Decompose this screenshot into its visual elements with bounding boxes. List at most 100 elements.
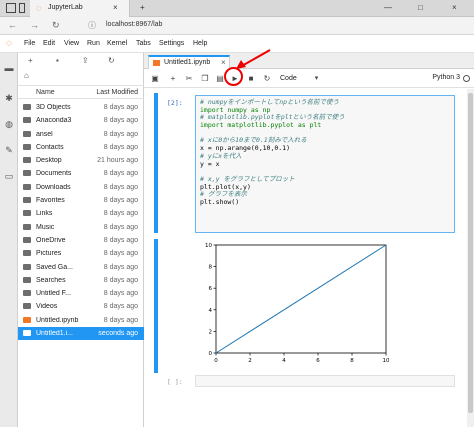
file-modified: 8 days ago	[103, 250, 138, 258]
folder-icon	[23, 276, 31, 283]
tabs-icon[interactable]: ▭	[4, 171, 14, 181]
activity-bar: ▬ ✱ ◍ ✎ ▭	[0, 53, 18, 427]
tab-actions-icon[interactable]	[6, 3, 16, 13]
annotation-arrow-icon	[236, 49, 271, 69]
running-icon[interactable]: ✱	[4, 93, 14, 103]
code-editor[interactable]: # numpyをインポートしてnpという名前で使う import numpy as…	[195, 95, 455, 233]
kernel-name[interactable]: Python 3	[432, 74, 460, 81]
cell-type-select[interactable]: Code ▾	[280, 74, 318, 82]
file-modified: 8 days ago	[103, 104, 138, 111]
x-tick-label: 2	[248, 358, 252, 364]
save-icon[interactable]: ▣	[150, 74, 160, 84]
file-row[interactable]: Desktop 21 hours ago	[18, 154, 144, 167]
file-name: 3D Objects	[36, 104, 71, 111]
tab-close-icon[interactable]: ×	[113, 3, 118, 12]
file-row[interactable]: 3D Objects 8 days ago	[18, 101, 144, 114]
copy-icon[interactable]: ❐	[200, 74, 210, 84]
file-modified: 8 days ago	[103, 236, 138, 244]
y-tick-label: 8	[209, 265, 213, 271]
file-row[interactable]: Searches 8 days ago	[18, 274, 144, 287]
file-row[interactable]: Videos 8 days ago	[18, 300, 144, 313]
home-icon[interactable]: ⌂	[24, 71, 29, 80]
file-modified: 8 days ago	[103, 263, 138, 271]
menu-view[interactable]: View	[64, 40, 79, 47]
close-tab-icon[interactable]: ×	[221, 58, 226, 67]
maximize-icon[interactable]: □	[418, 3, 423, 12]
file-row[interactable]: Downloads 8 days ago	[18, 181, 144, 194]
notebook-scrollbar[interactable]	[467, 89, 474, 427]
back-icon[interactable]: ←	[8, 21, 17, 30]
menu-kernel[interactable]: Kernel	[107, 40, 127, 47]
name-column-header[interactable]: Name	[36, 89, 55, 96]
file-name: Links	[36, 210, 53, 218]
file-list-header: Name Last Modified	[18, 85, 144, 99]
menu-edit[interactable]: Edit	[43, 40, 55, 47]
file-modified: 8 days ago	[103, 143, 138, 151]
forward-icon[interactable]: →	[30, 21, 39, 30]
file-name: Searches	[36, 276, 66, 284]
file-row[interactable]: Favorites 8 days ago	[18, 194, 144, 207]
line-chart: 00 2 2 4 4 6 6 8 8 10 10	[205, 243, 389, 364]
file-row[interactable]: Music 8 days ago	[18, 221, 144, 234]
cut-icon[interactable]: ✂	[184, 74, 194, 84]
file-row[interactable]: Links 8 days ago	[18, 207, 144, 220]
notebook-tab[interactable]: Untitled1.ipynb ×	[148, 55, 230, 69]
file-row[interactable]: ansel 8 days ago	[18, 128, 144, 141]
output-collapser[interactable]	[154, 239, 158, 373]
menu-settings[interactable]: Settings	[159, 40, 184, 47]
file-modified: 8 days ago	[103, 130, 138, 138]
notebook-tab-title: Untitled1.ipynb	[164, 59, 211, 66]
y-tick-label: 10	[205, 243, 212, 249]
refresh-files-icon[interactable]: ↻	[108, 56, 115, 65]
file-modified: 8 days ago	[103, 276, 138, 284]
empty-code-editor[interactable]	[195, 375, 455, 387]
cell-output: 0 0 2 2 4 4 6 6 8 8 10 10	[154, 239, 459, 373]
close-window-icon[interactable]: ×	[452, 3, 457, 12]
empty-code-cell[interactable]: [ ]:	[154, 375, 459, 389]
file-name: Untitled1.i...	[36, 330, 73, 338]
cell-collapser[interactable]	[154, 93, 158, 233]
file-row[interactable]: Untitled1.i... seconds ago	[18, 327, 144, 341]
file-row[interactable]: Untitled F... 8 days ago	[18, 287, 144, 300]
folder-icon	[23, 210, 31, 217]
menu-run[interactable]: Run	[87, 40, 100, 47]
stop-icon[interactable]: ■	[246, 74, 256, 84]
wrench-icon[interactable]: ✎	[4, 145, 14, 155]
file-row[interactable]: Untitled.ipynb 8 days ago	[18, 314, 144, 327]
modified-column-header[interactable]: Last Modified	[96, 89, 138, 96]
palette-icon[interactable]: ◍	[4, 119, 14, 129]
file-row[interactable]: Pictures 8 days ago	[18, 247, 144, 260]
folder-icon	[23, 197, 31, 204]
restart-icon[interactable]: ↻	[262, 74, 272, 84]
code-line: # yにxを代入	[200, 151, 242, 160]
menu-help[interactable]: Help	[193, 40, 207, 47]
file-row[interactable]: Contacts 8 days ago	[18, 141, 144, 154]
file-modified: 21 hours ago	[97, 157, 138, 165]
site-info-icon[interactable]: ⓘ	[88, 21, 96, 30]
notebook-icon	[23, 330, 31, 337]
minimize-icon[interactable]: —	[384, 3, 392, 12]
notebook-icon	[153, 60, 160, 66]
insert-cell-icon[interactable]: +	[168, 74, 178, 84]
file-row[interactable]: Anaconda3 8 days ago	[18, 114, 144, 127]
new-launcher-icon[interactable]: +	[28, 56, 33, 65]
scrollbar-thumb[interactable]	[468, 93, 473, 413]
upload-icon[interactable]: ⇪	[82, 56, 89, 65]
file-modified: 8 days ago	[103, 197, 138, 205]
code-cell[interactable]: [2]: # numpyをインポートしてnpという名前で使う import num…	[154, 93, 459, 233]
file-browser-toolbar: + ▪ ⇪ ↻	[18, 53, 144, 69]
y-tick-label: 4	[209, 308, 213, 314]
code-line: import matplotlib.pyplot as plt	[200, 121, 322, 130]
folder-icon[interactable]: ▬	[4, 63, 14, 73]
file-row[interactable]: Saved Ga... 8 days ago	[18, 261, 144, 274]
refresh-icon[interactable]: ↻	[52, 21, 60, 30]
back-tabs-icon[interactable]	[19, 3, 25, 13]
url-field[interactable]: localhost:8967/lab	[106, 21, 162, 28]
menu-tabs[interactable]: Tabs	[136, 40, 151, 47]
new-folder-icon[interactable]: ▪	[56, 56, 59, 65]
new-tab-icon[interactable]: +	[140, 3, 145, 12]
file-row[interactable]: Documents 8 days ago	[18, 167, 144, 180]
file-row[interactable]: OneDrive 8 days ago	[18, 234, 144, 247]
y-tick-label: 6	[209, 286, 213, 292]
menu-file[interactable]: File	[24, 40, 35, 47]
